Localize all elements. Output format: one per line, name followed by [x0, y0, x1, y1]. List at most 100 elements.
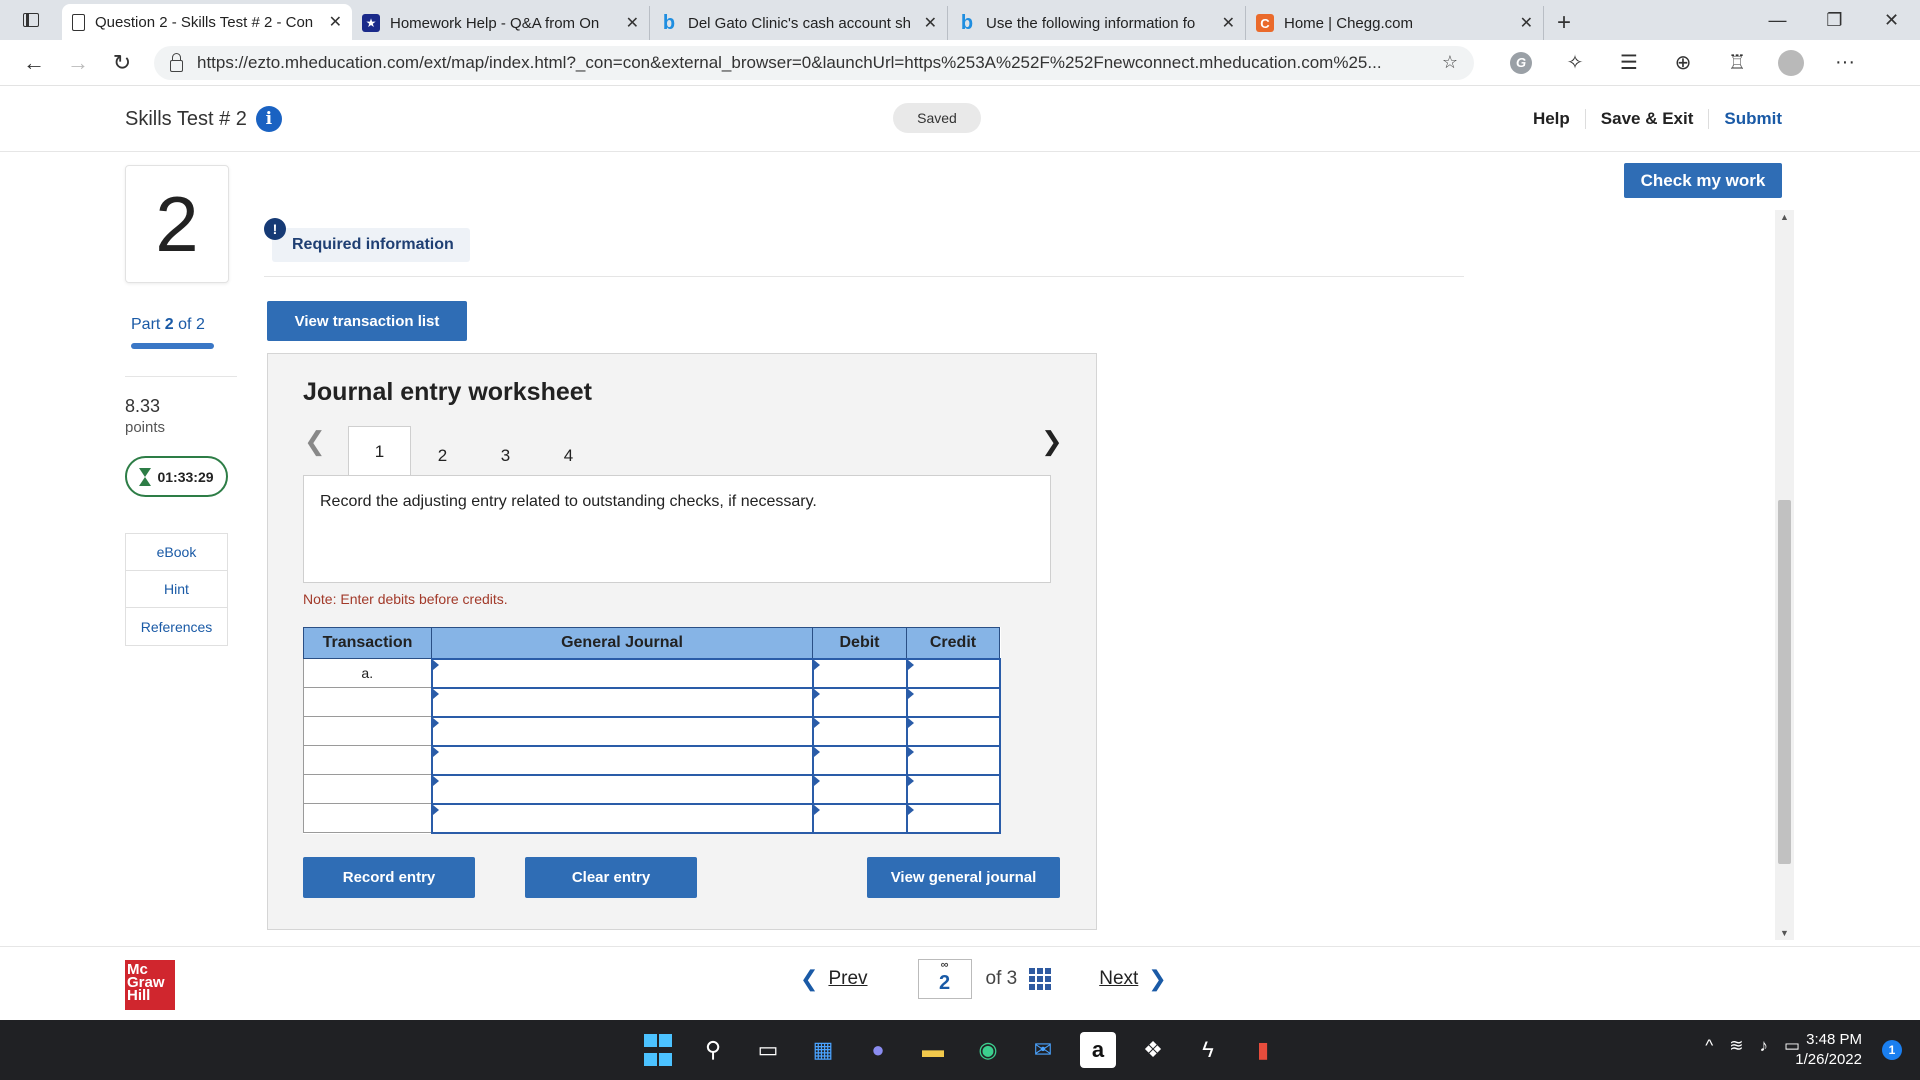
general-journal-input[interactable]	[430, 744, 814, 776]
browser-tab-4[interactable]: C Home | Chegg.com ✕	[1246, 6, 1544, 40]
browser-tab-0[interactable]: Question 2 - Skills Test # 2 - Con ✕	[62, 4, 352, 40]
save-exit-link[interactable]: Save & Exit	[1586, 109, 1710, 129]
restore-icon[interactable]: ❐	[1806, 0, 1863, 40]
search-icon[interactable]: ⚲	[695, 1032, 731, 1068]
debit-input[interactable]	[811, 686, 908, 718]
scroll-down-icon[interactable]: ▼	[1780, 928, 1789, 938]
file-explorer-icon[interactable]: ▬	[915, 1032, 951, 1068]
vertical-scrollbar[interactable]: ▲ ▼	[1775, 210, 1794, 940]
general-journal-input[interactable]	[430, 686, 814, 718]
app-lightning-icon[interactable]: ϟ	[1190, 1032, 1226, 1068]
close-tab-icon[interactable]: ✕	[1222, 13, 1235, 33]
general-journal-input[interactable]	[430, 657, 814, 689]
mail-icon[interactable]: ✉	[1025, 1032, 1061, 1068]
hint-link[interactable]: Hint	[126, 571, 227, 608]
teams-chat-icon[interactable]: ●	[860, 1032, 896, 1068]
ebook-link[interactable]: eBook	[126, 534, 227, 571]
prev-link[interactable]: Prev	[828, 968, 867, 990]
new-tab-button[interactable]: +	[1544, 6, 1584, 40]
dropbox-icon[interactable]: ❖	[1135, 1032, 1171, 1068]
show-hidden-icons-icon[interactable]: ^	[1705, 1036, 1713, 1056]
record-entry-button[interactable]: Record entry	[303, 857, 475, 898]
grammarly-extension-icon[interactable]: G	[1494, 51, 1548, 74]
tab-actions-button[interactable]	[0, 0, 62, 40]
help-link[interactable]: Help	[1518, 109, 1586, 129]
collections-icon[interactable]: ⊕	[1656, 50, 1710, 75]
volume-icon[interactable]: ♪	[1759, 1036, 1768, 1056]
credit-input[interactable]	[905, 773, 1001, 805]
debit-input[interactable]	[811, 715, 908, 747]
debit-input[interactable]	[811, 802, 908, 834]
worksheet-tab-4[interactable]: 4	[537, 436, 600, 476]
scroll-up-icon[interactable]: ▲	[1780, 212, 1789, 222]
submit-link[interactable]: Submit	[1709, 109, 1782, 129]
debit-input[interactable]	[811, 657, 908, 689]
part-label: Part	[131, 316, 161, 333]
current-page-box[interactable]: ∞ 2	[917, 959, 972, 999]
bing-icon: b	[662, 11, 676, 34]
task-view-icon[interactable]: ▭	[750, 1032, 786, 1068]
info-icon[interactable]: i	[255, 106, 282, 132]
credit-input[interactable]	[905, 715, 1001, 747]
browser-tab-3[interactable]: b Use the following information fo ✕	[948, 6, 1246, 40]
windows-start-icon[interactable]	[640, 1032, 676, 1068]
credit-input[interactable]	[905, 744, 1001, 776]
edge-browser-icon[interactable]: ◉	[970, 1032, 1006, 1068]
view-general-journal-button[interactable]: View general journal	[867, 857, 1060, 898]
browser-tab-2[interactable]: b Del Gato Clinic's cash account sh ✕	[650, 6, 948, 40]
references-link[interactable]: References	[126, 608, 227, 645]
extensions-icon[interactable]: ✧	[1548, 50, 1602, 75]
worksheet-tab-3[interactable]: 3	[474, 436, 537, 476]
debit-input[interactable]	[811, 773, 908, 805]
transaction-cell	[303, 687, 432, 717]
profile-avatar[interactable]	[1764, 49, 1818, 76]
add-favorite-icon[interactable]: ☆	[1442, 52, 1458, 73]
credit-input[interactable]	[905, 802, 1001, 834]
next-link[interactable]: Next	[1099, 968, 1138, 990]
chevron-right-icon[interactable]: ❯	[1148, 966, 1166, 992]
more-options-icon[interactable]: ···	[1818, 51, 1872, 74]
general-journal-input[interactable]	[430, 715, 814, 747]
transaction-cell	[303, 745, 432, 775]
alert-icon: !	[264, 218, 286, 240]
timer[interactable]: 01:33:29	[125, 456, 228, 497]
close-tab-icon[interactable]: ✕	[1520, 13, 1533, 33]
notification-badge[interactable]: 1	[1882, 1040, 1902, 1060]
chevron-right-icon[interactable]: ❯	[1041, 426, 1063, 457]
check-my-work-button[interactable]: Check my work	[1624, 163, 1782, 198]
table-row	[303, 686, 1001, 718]
browser-tab-1[interactable]: ★ Homework Help - Q&A from On ✕	[352, 6, 650, 40]
column-header-transaction: Transaction	[303, 627, 432, 659]
wifi-icon[interactable]: ≋	[1729, 1036, 1743, 1056]
favorites-icon[interactable]: ☰	[1602, 50, 1656, 75]
minimize-icon[interactable]: —	[1749, 0, 1806, 40]
forward-arrow-icon[interactable]: →	[56, 40, 100, 86]
rewards-icon[interactable]: ♖	[1710, 50, 1764, 75]
clear-entry-button[interactable]: Clear entry	[525, 857, 697, 898]
office-icon[interactable]: ▮	[1245, 1032, 1281, 1068]
general-journal-input[interactable]	[430, 773, 814, 805]
view-transaction-list-button[interactable]: View transaction list	[267, 301, 467, 341]
question-grid-icon[interactable]	[1029, 968, 1052, 990]
clock-time: 3:48 PM	[1806, 1031, 1862, 1048]
close-window-icon[interactable]: ✕	[1863, 0, 1920, 40]
widgets-icon[interactable]: ▦	[805, 1032, 841, 1068]
system-clock[interactable]: 3:48 PM 1/26/2022	[1795, 1030, 1862, 1070]
debit-input[interactable]	[811, 744, 908, 776]
footer-navigation: Mc Graw Hill ❮ Prev ∞ 2 of 3 Next ❯	[0, 946, 1920, 1020]
credit-input[interactable]	[905, 657, 1001, 689]
back-arrow-icon[interactable]: ←	[12, 40, 56, 86]
close-tab-icon[interactable]: ✕	[329, 12, 342, 32]
close-tab-icon[interactable]: ✕	[924, 13, 937, 33]
scrollbar-thumb[interactable]	[1778, 500, 1791, 864]
chevron-left-icon[interactable]: ❮	[304, 426, 326, 457]
close-tab-icon[interactable]: ✕	[626, 13, 639, 33]
chevron-left-icon[interactable]: ❮	[800, 966, 818, 992]
refresh-icon[interactable]: ↻	[100, 40, 144, 86]
url-input[interactable]: https://ezto.mheducation.com/ext/map/ind…	[154, 45, 1474, 80]
credit-input[interactable]	[905, 686, 1001, 718]
amazon-icon[interactable]: a	[1080, 1032, 1116, 1068]
worksheet-tab-1[interactable]: 1	[348, 426, 411, 477]
general-journal-input[interactable]	[430, 802, 814, 834]
worksheet-tab-2[interactable]: 2	[411, 436, 474, 476]
